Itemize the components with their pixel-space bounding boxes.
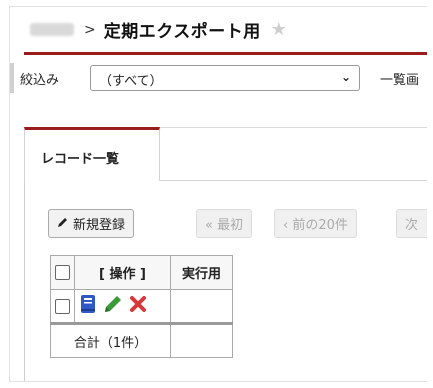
- filter-label: 絞込み: [20, 73, 60, 88]
- total-count: 合計（1件）: [50, 322, 171, 358]
- filter-select[interactable]: （すべて） ⌄: [90, 65, 360, 91]
- tab-bar-line: [160, 180, 427, 181]
- app-frame: > 定期エクスポート用 ★ 絞込み （すべて） ⌄ 一覧画 レコード一覧 新規登…: [9, 6, 427, 382]
- book-icon[interactable]: [79, 294, 97, 318]
- table-header-row: [ 操作 ] 実行用: [50, 255, 233, 290]
- record-table: [ 操作 ] 実行用 合計（1件）: [50, 255, 233, 358]
- new-record-button[interactable]: 新規登録: [48, 209, 135, 238]
- delete-icon[interactable]: [129, 295, 147, 317]
- prev-page-button[interactable]: ‹ 前の20件: [274, 209, 357, 238]
- breadcrumb-separator: >: [84, 21, 96, 38]
- tab-record-list[interactable]: レコード一覧: [24, 127, 160, 181]
- next-page-label: 次: [405, 218, 419, 233]
- favorite-star-icon[interactable]: ★: [271, 19, 287, 40]
- breadcrumb: > 定期エクスポート用 ★: [30, 17, 287, 42]
- pencil-icon: [57, 216, 69, 231]
- row-exec-cell: [170, 289, 233, 324]
- table-total-row: 合計（1件）: [50, 322, 233, 358]
- header-divider: [24, 52, 427, 55]
- new-record-label: 新規登録: [73, 218, 126, 233]
- filter-select-value: （すべて）: [99, 74, 163, 89]
- select-all-checkbox[interactable]: [55, 265, 70, 280]
- tab-label: レコード一覧: [41, 152, 120, 167]
- row-select-cell: [50, 289, 75, 324]
- next-page-button[interactable]: 次: [396, 209, 427, 238]
- page-title: 定期エクスポート用: [103, 22, 261, 42]
- row-ops-cell: [74, 289, 171, 324]
- prev-page-label: ‹ 前の20件: [283, 218, 348, 233]
- breadcrumb-parent[interactable]: [30, 23, 74, 36]
- header-exec: 実行用: [170, 255, 233, 290]
- header-ops: [ 操作 ]: [74, 255, 171, 290]
- edit-pencil-icon[interactable]: [102, 293, 124, 319]
- table-row: [50, 289, 233, 324]
- chevron-down-icon: ⌄: [340, 70, 351, 84]
- first-page-label: « 最初: [205, 218, 244, 233]
- row-checkbox[interactable]: [55, 298, 70, 314]
- first-page-button[interactable]: « 最初: [196, 209, 253, 238]
- page-header: > 定期エクスポート用 ★: [10, 7, 427, 51]
- total-exec-cell: [170, 322, 233, 358]
- header-select-cell: [50, 255, 75, 290]
- list-view-label: 一覧画: [380, 73, 420, 88]
- filter-bar: 絞込み （すべて） ⌄ 一覧画: [10, 63, 427, 93]
